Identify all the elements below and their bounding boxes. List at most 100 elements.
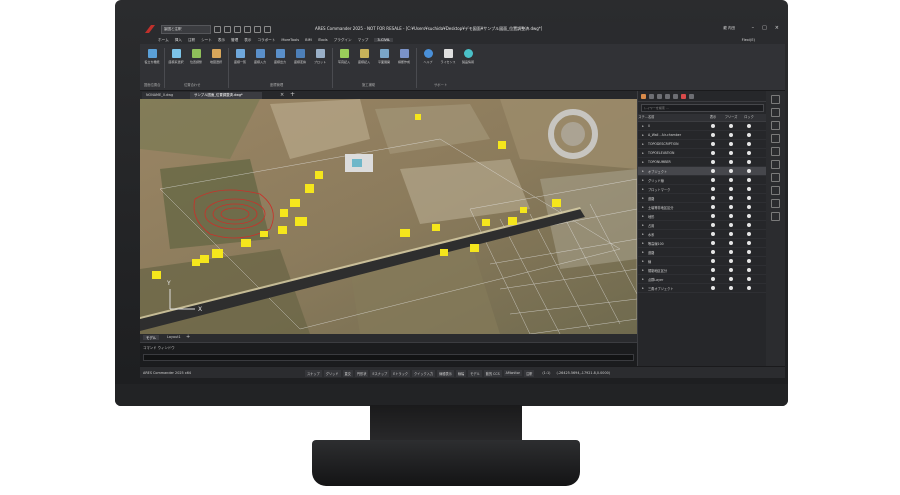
layer-row[interactable]: ▸ 等高線100: [638, 239, 767, 248]
ribbon-product-info-button[interactable]: 製品情報: [460, 49, 476, 64]
menu-itools[interactable]: iTools: [318, 38, 328, 42]
status-polar[interactable]: 円形状: [354, 369, 369, 377]
visibility-icon[interactable]: [704, 213, 722, 219]
freeze-icon[interactable]: [722, 186, 740, 192]
layer-row[interactable]: ▸ A_Wall - Air-chamber: [638, 131, 767, 140]
ribbon-coord-list-button[interactable]: 座標一覧: [232, 49, 248, 64]
layer-row[interactable]: ▸ TOPODESCRIPTION: [638, 140, 767, 149]
delete-layer-icon[interactable]: [649, 93, 654, 99]
lock-icon[interactable]: [740, 204, 758, 210]
visibility-icon[interactable]: [704, 177, 722, 183]
freeze-icon[interactable]: [722, 276, 740, 282]
visibility-icon[interactable]: [704, 159, 722, 165]
lock-icon[interactable]: [740, 141, 758, 147]
ribbon-photo-button[interactable]: 写真記入: [336, 49, 352, 64]
add-layout-icon[interactable]: +: [186, 334, 190, 340]
open-file-icon[interactable]: [224, 25, 231, 33]
freeze-icon[interactable]: [722, 195, 740, 201]
menu-map[interactable]: マップ: [358, 38, 369, 43]
status-model[interactable]: モデル: [468, 369, 482, 377]
layer-row[interactable]: ▸ 道路: [638, 248, 767, 257]
lock-icon[interactable]: [740, 222, 758, 228]
lock-icon[interactable]: [740, 213, 758, 219]
current-layer-icon[interactable]: [657, 93, 662, 99]
layer-row[interactable]: ▸ 0: [638, 122, 767, 131]
visibility-icon[interactable]: [704, 258, 722, 264]
visibility-icon[interactable]: [704, 231, 722, 237]
freeze-icon[interactable]: [722, 267, 740, 273]
visibility-icon[interactable]: [704, 195, 722, 201]
status-grid[interactable]: グリッド: [323, 369, 341, 377]
ribbon-crs-button[interactable]: 座標系選択: [168, 49, 184, 64]
lock-icon[interactable]: [740, 267, 758, 273]
ribbon-coord-convert-button[interactable]: 座標変換: [292, 49, 308, 64]
layer-row[interactable]: ▸ TOPONUMBER: [638, 158, 767, 167]
layer-row[interactable]: ▸ 規制地区区分: [638, 266, 767, 275]
visibility-icon[interactable]: [704, 285, 722, 291]
visibility-icon[interactable]: [704, 249, 722, 255]
ribbon-plan-button[interactable]: 平面展開: [376, 49, 392, 64]
layer-row[interactable]: ▸ 占用: [638, 221, 767, 230]
layer-search-input[interactable]: レイヤーを検索 ...: [641, 104, 764, 112]
layers-icon[interactable]: [771, 108, 780, 117]
flexi-label[interactable]: Flexi(E): [742, 38, 755, 42]
freeze-icon[interactable]: [722, 213, 740, 219]
menu-plugins[interactable]: プラグイン: [334, 38, 352, 43]
status-lineweight[interactable]: 線幅: [455, 369, 467, 377]
freeze-icon[interactable]: [722, 249, 740, 255]
cloud-icon[interactable]: [771, 173, 780, 182]
status-etrack[interactable]: Eトラック: [391, 369, 410, 377]
doc-tab[interactable]: NONAME_0.dwg: [142, 92, 190, 99]
layer-row[interactable]: ▸ 水系: [638, 230, 767, 239]
maximize-icon[interactable]: □: [762, 25, 767, 31]
properties-icon[interactable]: [771, 95, 780, 104]
history-icon[interactable]: [771, 199, 780, 208]
add-tab-icon[interactable]: +: [290, 91, 295, 98]
close-icon[interactable]: ×: [775, 25, 779, 31]
visibility-icon[interactable]: [704, 204, 722, 210]
close-tab-icon[interactable]: ×: [280, 92, 284, 98]
freeze-icon[interactable]: [722, 258, 740, 264]
menu-sheet[interactable]: シート: [201, 38, 212, 43]
filter-icon[interactable]: [665, 93, 670, 99]
print-icon[interactable]: [771, 160, 780, 169]
visibility-icon[interactable]: [704, 186, 722, 192]
doc-tab-active[interactable]: サンプル図面_位置調整済.dwg*: [190, 92, 262, 99]
visibility-icon[interactable]: [704, 222, 722, 228]
freeze-icon[interactable]: [722, 123, 740, 129]
layer-row[interactable]: ▸ 点群Layer: [638, 275, 767, 284]
lock-icon[interactable]: [740, 276, 758, 282]
layout-tab-layout1[interactable]: Layout1: [164, 335, 184, 339]
search-icon[interactable]: [771, 186, 780, 195]
redo-icon[interactable]: [264, 25, 271, 33]
visibility-icon[interactable]: [704, 150, 722, 156]
ribbon-help-button[interactable]: ヘルプ: [420, 49, 436, 64]
freeze-icon[interactable]: [722, 240, 740, 246]
freeze-icon[interactable]: [722, 231, 740, 237]
lock-icon[interactable]: [740, 177, 758, 183]
lock-icon[interactable]: [740, 150, 758, 156]
user-name[interactable]: 龍 内田: [723, 26, 735, 31]
menu-manage[interactable]: 管理: [231, 38, 238, 43]
workspace-select[interactable]: 製図と注釈: [161, 24, 211, 34]
freeze-icon[interactable]: [722, 132, 740, 138]
menu-annotate[interactable]: 注釈: [188, 38, 195, 43]
freeze-icon[interactable]: [722, 222, 740, 228]
lock-icon[interactable]: [740, 123, 758, 129]
library-icon[interactable]: [771, 134, 780, 143]
freeze-icon[interactable]: [722, 150, 740, 156]
blocks-icon[interactable]: [771, 121, 780, 130]
settings-icon[interactable]: [673, 93, 678, 99]
ribbon-useful-button[interactable]: 役立ち機能: [144, 49, 160, 64]
status-dynamic-ccs[interactable]: 動的 CCS: [483, 369, 502, 377]
layer-row[interactable]: ▸ 三角オブジェクト: [638, 284, 767, 293]
layer-row[interactable]: ▸ プロットマーク: [638, 185, 767, 194]
new-file-icon[interactable]: [214, 25, 221, 33]
drawing-viewport[interactable]: X Y: [140, 99, 637, 334]
lock-icon[interactable]: [740, 231, 758, 237]
visibility-icon[interactable]: [704, 141, 722, 147]
menu-3civil[interactable]: 3-CIVIL: [374, 38, 394, 42]
lock-icon[interactable]: [740, 132, 758, 138]
ribbon-coord-input-button[interactable]: 座標入力: [252, 49, 268, 64]
ribbon-license-button[interactable]: ライセンス: [440, 49, 456, 64]
